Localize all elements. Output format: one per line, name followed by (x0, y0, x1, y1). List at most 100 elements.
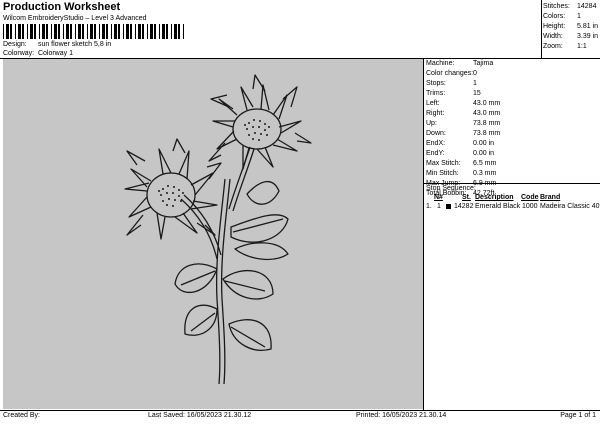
barcode-bar (183, 24, 184, 39)
barcode-bar (90, 24, 93, 39)
param-label: Left: (426, 100, 440, 107)
barcode-bar (63, 24, 64, 39)
param-row: Down: 73.8 mm (426, 129, 500, 139)
param-value: 0 (473, 70, 477, 77)
barcode-bar (99, 24, 100, 39)
software-subtitle: Wilcom EmbroideryStudio – Level 3 Advanc… (3, 15, 147, 22)
stop-row-code: 1000 (522, 203, 538, 210)
printed-date: Printed: 16/05/2023 21.30.14 (356, 412, 447, 419)
barcode-bar (66, 24, 69, 39)
param-label: Stops: (426, 80, 446, 87)
colorway-label: Colorway: (3, 50, 35, 57)
barcode-bar (42, 24, 45, 39)
barcode-bar (159, 24, 160, 39)
param-label: Trims: (426, 90, 446, 97)
barcode-bar (87, 24, 88, 39)
barcode-bar (154, 24, 156, 39)
barcode-bar (178, 24, 180, 39)
stop-row-stitches: 14282 (454, 203, 474, 210)
barcode-bar (6, 24, 9, 39)
barcode-bar (130, 24, 132, 39)
param-value: Tajima (473, 60, 494, 67)
thread-color-swatch (446, 204, 451, 209)
barcode-bar (58, 24, 60, 39)
barcode-bar (162, 24, 165, 39)
barcode-bar (123, 24, 124, 39)
design-value: sun flower sketch 5,8 in (37, 41, 112, 48)
param-value: 43.0 mm (473, 100, 501, 107)
param-value: 0.3 mm (473, 170, 497, 177)
barcode-bar (51, 24, 52, 39)
stat-row: Height: 5.81 in (543, 22, 598, 32)
stat-row: Stitches: 14284 (543, 2, 598, 12)
colorway-value: Colorway 1 (37, 50, 73, 57)
param-row: Up: 73.8 mm (426, 119, 500, 129)
barcode-bar (102, 24, 105, 39)
stat-value: 3.39 in (577, 33, 599, 40)
barcode (3, 24, 184, 39)
col-header-description: Description (475, 194, 514, 201)
barcode-bar (150, 24, 153, 39)
barcode-bar (30, 24, 33, 39)
barcode-bar (118, 24, 120, 39)
barcode-bar (10, 24, 12, 39)
param-row: Trims: 15 (426, 89, 500, 99)
param-label: Up: (426, 120, 437, 127)
stats-divider (541, 0, 542, 58)
param-row: Stops: 1 (426, 79, 500, 89)
barcode-bar (142, 24, 144, 39)
param-label: Down: (426, 130, 446, 137)
design-stats: Stitches: 14284 Colors: 1 Height: 5.81 in W… (543, 2, 598, 52)
created-by: Created By: (3, 412, 40, 419)
stat-row: Zoom: 1:1 (543, 42, 598, 52)
barcode-bar (171, 24, 172, 39)
param-value: 0.00 in (473, 140, 495, 147)
param-row: Left: 43.0 mm (426, 99, 500, 109)
page-number: Page 1 of 1 (560, 412, 596, 419)
colorway-row: Colorway: Colorway 1 (3, 50, 73, 57)
barcode-bar (46, 24, 48, 39)
stat-label: Width: (543, 33, 563, 40)
stat-value: 1 (577, 13, 581, 20)
param-label: Color changes: (426, 70, 474, 77)
sidebar-divider (423, 58, 424, 410)
design-preview (3, 59, 423, 409)
page-title: Production Worksheet (3, 1, 121, 13)
barcode-bar (126, 24, 129, 39)
param-label: Max Stitch: (426, 160, 461, 167)
param-row: Right: 43.0 mm (426, 109, 500, 119)
machine-parameters: Machine: Tajima Color changes:0 Stops: 1 Trim… (426, 59, 500, 199)
stat-value: 1:1 (577, 43, 587, 50)
stop-row-index: 1. (426, 203, 432, 210)
last-saved: Last Saved: 16/05/2023 21.30.12 (148, 412, 252, 419)
barcode-bar (138, 24, 141, 39)
barcode-bar (39, 24, 40, 39)
stat-value: 5.81 in (577, 23, 599, 30)
barcode-bar (174, 24, 177, 39)
param-value: 43.0 mm (473, 110, 501, 117)
param-value: 15 (473, 90, 481, 97)
param-label: EndY: (426, 150, 445, 157)
param-value: 6.5 mm (473, 160, 497, 167)
param-label: EndX: (426, 140, 446, 147)
footer: Created By: Last Saved: 16/05/2023 21.30… (0, 411, 600, 423)
stat-label: Stitches: (543, 3, 570, 10)
seed-dots-left (158, 185, 184, 207)
barcode-bar (75, 24, 76, 39)
seed-dots-top (244, 119, 270, 141)
barcode-bar (22, 24, 24, 39)
param-row: EndX: 0.00 in (426, 139, 500, 149)
barcode-bar (27, 24, 28, 39)
barcode-bar (166, 24, 168, 39)
barcode-bar (111, 24, 112, 39)
param-value: 6.9 mm (473, 180, 497, 187)
param-row: Machine: Tajima (426, 59, 500, 69)
barcode-bar (114, 24, 117, 39)
design-row: Design: sun flower sketch 5,8 in (3, 41, 111, 48)
param-row: Min Stitch: 0.3 mm (426, 169, 500, 179)
col-header-brand: Brand (540, 194, 561, 201)
barcode-bar (15, 24, 16, 39)
param-row: EndY: 0.00 in (426, 149, 500, 159)
sunflower-design-icon (124, 74, 312, 385)
stat-label: Colors: (543, 13, 566, 20)
